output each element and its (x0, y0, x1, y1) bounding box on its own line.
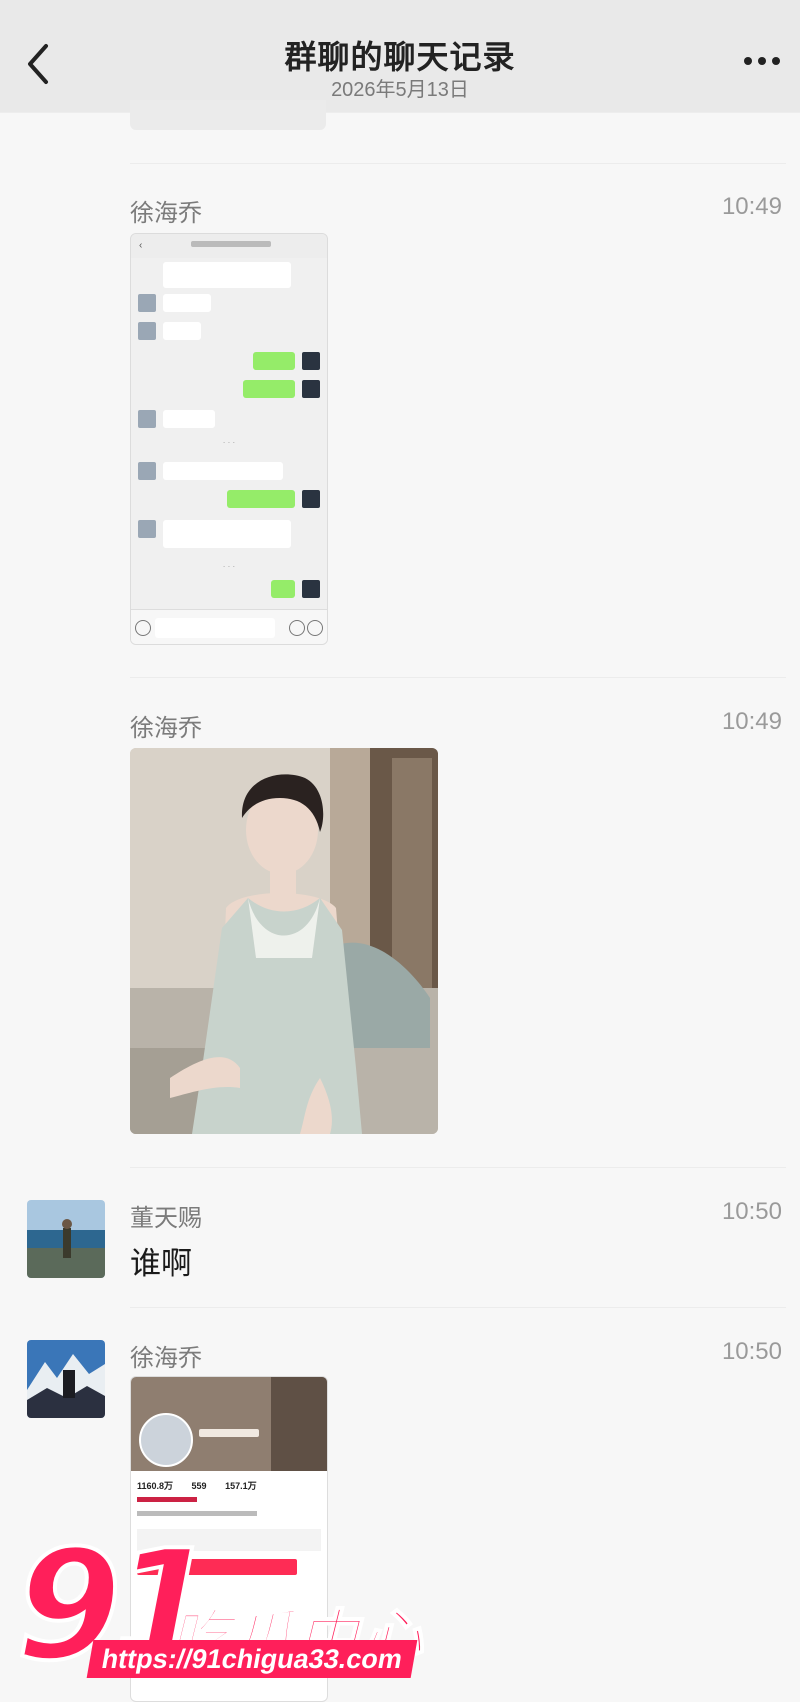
photo-woman-in-nightgown (130, 748, 438, 1134)
message-divider (130, 163, 786, 164)
chat-screenshot-image[interactable]: ‹ · · · · · · (130, 233, 328, 645)
profile-followers: 1160.8万 (137, 1481, 174, 1491)
message-divider (130, 1307, 786, 1308)
avatar-landscape (27, 1200, 105, 1278)
photo-image[interactable] (130, 748, 438, 1134)
message-time: 10:49 (721, 193, 782, 220)
avatar-mountains (27, 1340, 105, 1418)
avatar[interactable] (27, 1200, 105, 1278)
more-button[interactable] (740, 48, 784, 72)
chat-header: 群聊的聊天记录 2026年5月13日 (0, 0, 800, 112)
message-divider (130, 677, 786, 678)
message-time: 10:49 (721, 708, 782, 735)
avatar[interactable] (27, 1340, 105, 1418)
profile-following: 559 (191, 1481, 207, 1491)
message-sender: 徐海乔 (130, 1345, 202, 1372)
message-divider (130, 1167, 786, 1168)
watermark-url: https://91chigua33.com (86, 1640, 418, 1678)
message-sender: 徐海乔 (130, 715, 202, 742)
message-sender: 董天赐 (130, 1205, 202, 1232)
page-subtitle-date: 2026年5月13日 (331, 79, 469, 101)
page-title: 群聊的聊天记录 (284, 39, 516, 75)
message-sender: 徐海乔 (130, 200, 202, 227)
message-time: 10:50 (721, 1198, 782, 1225)
profile-likes: 157.1万 (225, 1481, 257, 1491)
more-dots-icon (744, 57, 780, 65)
message-time: 10:50 (721, 1338, 782, 1365)
previous-image-partial[interactable] (130, 100, 326, 130)
message-text: 谁啊 (130, 1246, 192, 1281)
